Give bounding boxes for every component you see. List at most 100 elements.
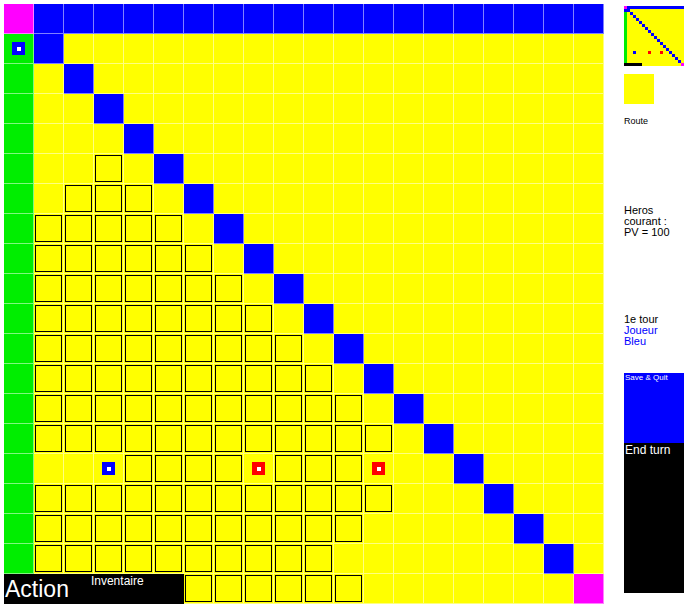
board-cell[interactable] [424,304,454,334]
board-cell[interactable] [574,244,604,274]
board-cell[interactable] [274,364,304,394]
board-cell[interactable] [544,184,574,214]
board-cell[interactable] [34,154,64,184]
board-cell[interactable] [214,484,244,514]
board-cell[interactable] [334,244,364,274]
board-cell[interactable] [34,364,64,394]
board-cell[interactable] [64,544,94,574]
board-cell[interactable] [214,574,244,604]
board-cell[interactable] [304,244,334,274]
board-cell[interactable] [124,124,154,154]
board-cell[interactable] [304,424,334,454]
board-cell[interactable] [454,424,484,454]
board-cell[interactable] [64,304,94,334]
board-cell[interactable] [154,64,184,94]
board-cell[interactable] [154,514,184,544]
board-cell[interactable] [4,94,34,124]
board-cell[interactable] [454,214,484,244]
board-cell[interactable] [394,454,424,484]
board-cell[interactable] [4,214,34,244]
board-cell[interactable] [244,94,274,124]
board-cell[interactable] [34,394,64,424]
board-cell[interactable] [484,484,514,514]
board-cell[interactable] [514,34,544,64]
board-cell[interactable] [334,334,364,364]
board-cell[interactable] [484,34,514,64]
board-cell[interactable] [64,514,94,544]
board-cell[interactable] [274,304,304,334]
board-cell[interactable] [454,244,484,274]
board-cell[interactable] [544,454,574,484]
board-cell[interactable] [304,574,334,604]
board-cell[interactable] [394,34,424,64]
board-cell[interactable] [154,244,184,274]
board-cell[interactable] [214,34,244,64]
board-cell[interactable] [304,184,334,214]
board-cell[interactable] [424,484,454,514]
board-cell[interactable] [274,574,304,604]
board-cell[interactable] [574,4,604,34]
board-cell[interactable] [574,514,604,544]
board-cell[interactable] [154,184,184,214]
board-cell[interactable] [64,4,94,34]
board-cell[interactable] [364,514,394,544]
board-cell[interactable] [274,64,304,94]
board-cell[interactable] [424,364,454,394]
hero-unit[interactable] [102,462,115,475]
board-cell[interactable] [454,334,484,364]
board-cell[interactable] [304,124,334,154]
board-cell[interactable] [64,244,94,274]
board-cell[interactable] [544,34,574,64]
board-cell[interactable] [4,334,34,364]
board-cell[interactable] [214,154,244,184]
board-cell[interactable] [304,544,334,574]
board-cell[interactable] [544,334,574,364]
board-cell[interactable] [244,64,274,94]
board-cell[interactable] [454,574,484,604]
board-cell[interactable] [184,364,214,394]
board-cell[interactable] [574,274,604,304]
board-cell[interactable] [274,34,304,64]
board-cell[interactable] [274,424,304,454]
board-cell[interactable] [184,64,214,94]
board-cell[interactable] [484,424,514,454]
board-cell[interactable] [514,424,544,454]
board-cell[interactable] [244,214,274,244]
board-cell[interactable] [94,274,124,304]
board-cell[interactable] [214,64,244,94]
board-cell[interactable] [34,544,64,574]
board-cell[interactable] [64,124,94,154]
board-cell[interactable] [424,4,454,34]
board-cell[interactable] [94,394,124,424]
board-cell[interactable] [274,514,304,544]
board-cell[interactable] [454,364,484,394]
board-cell[interactable] [184,244,214,274]
board-cell[interactable] [184,304,214,334]
board-cell[interactable] [244,34,274,64]
board-cell[interactable] [394,544,424,574]
board-cell[interactable] [214,244,244,274]
board-cell[interactable] [364,394,394,424]
board-cell[interactable] [124,394,154,424]
board-cell[interactable] [64,64,94,94]
board-cell[interactable] [574,94,604,124]
board-cell[interactable] [424,334,454,364]
board-cell[interactable] [64,184,94,214]
board-cell[interactable] [364,574,394,604]
board-cell[interactable] [454,124,484,154]
board-cell[interactable] [274,184,304,214]
board-cell[interactable] [34,244,64,274]
board-cell[interactable] [4,4,34,34]
board-cell[interactable] [94,154,124,184]
board-cell[interactable] [364,424,394,454]
board-cell[interactable] [34,424,64,454]
board-cell[interactable] [304,34,334,64]
board-cell[interactable] [574,574,604,604]
board-cell[interactable] [334,364,364,394]
board-cell[interactable] [484,244,514,274]
board-cell[interactable] [154,334,184,364]
board-cell[interactable] [94,124,124,154]
board-cell[interactable] [544,154,574,184]
board-cell[interactable] [94,514,124,544]
board-cell[interactable] [394,64,424,94]
